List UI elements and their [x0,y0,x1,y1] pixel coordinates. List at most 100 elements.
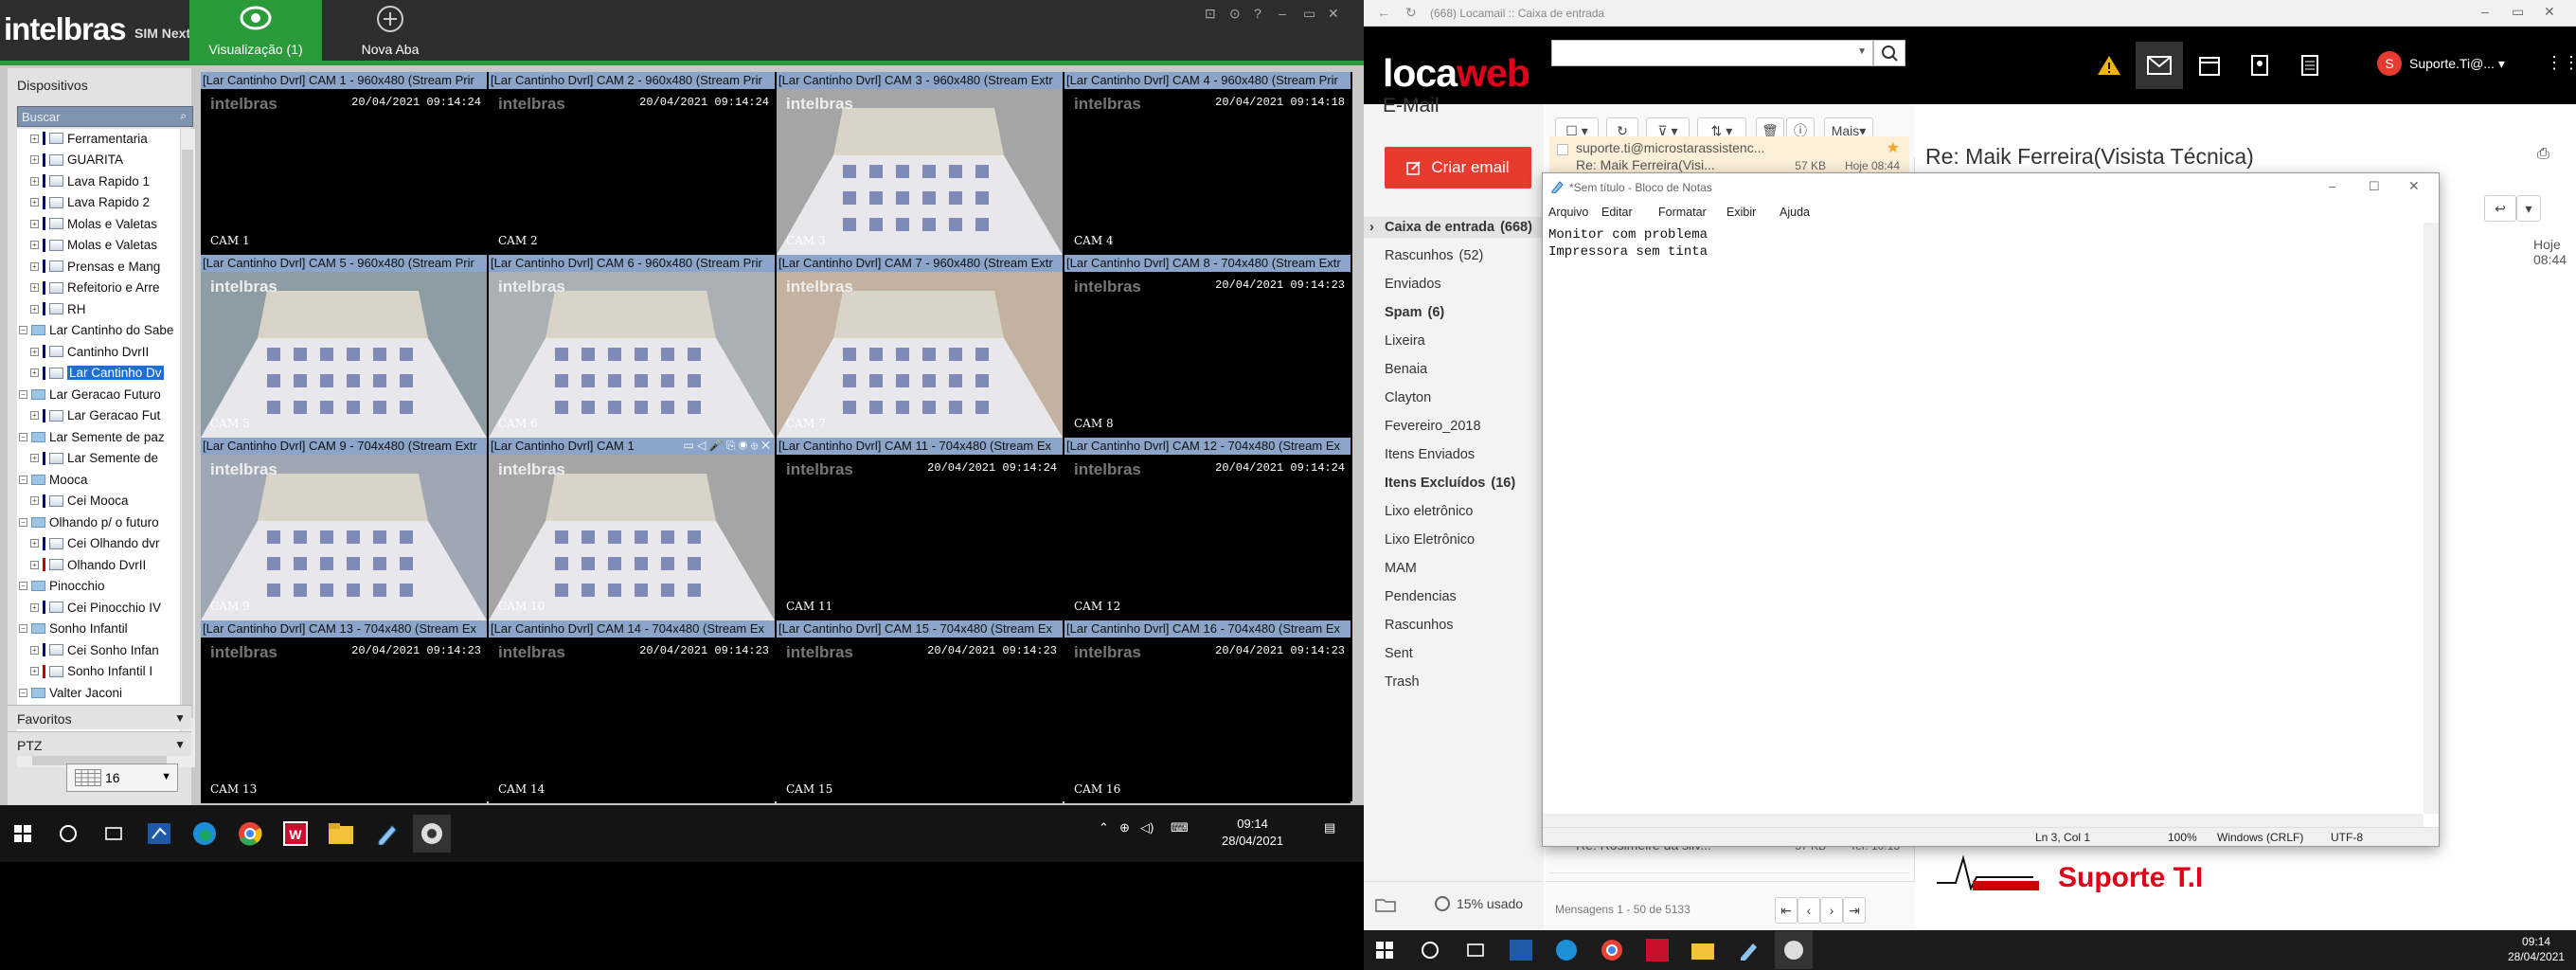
expand-toggle-icon[interactable]: − [19,432,27,441]
tree-group[interactable]: − Lar Cantinho do Sabe [19,321,173,340]
chrome-icon[interactable] [1593,931,1631,969]
folder-item[interactable]: MAM [1385,561,1417,576]
tree-device[interactable]: + Cei Mooca [30,492,129,511]
expand-toggle-icon[interactable]: + [30,283,39,292]
tree-device[interactable]: + Molas e Valetas [30,214,157,233]
notepad-vertical-scrollbar[interactable] [2424,223,2439,814]
tree-device[interactable]: + Molas e Valetas [30,236,157,255]
file-explorer-icon[interactable] [1684,931,1722,969]
tree-device[interactable]: + GUARITA [30,151,123,170]
tree-group[interactable]: − Olhando p/ o futuro [19,512,159,531]
tree-group[interactable]: − Valter Jaconi [19,683,122,702]
help-icon[interactable]: ? [1254,6,1261,21]
print-icon[interactable]: ⎙ [2537,146,2549,163]
reply-menu-icon[interactable]: ▾ [2516,195,2541,222]
tree-device[interactable]: + Ferramentaria [30,129,148,148]
task-view-icon[interactable] [1457,931,1494,969]
expand-toggle-icon[interactable]: − [19,688,27,697]
contacts-icon[interactable] [2236,42,2283,89]
camera-tile[interactable]: [Lar Cantinho Dvrl] CAM 9 - 704x480 (Str… [201,438,487,620]
tree-scroll-thumb[interactable] [182,150,193,718]
tree-device[interactable]: + Olhando DvrII [30,555,146,574]
message-checkbox[interactable] [1557,144,1568,155]
grid-apps-icon[interactable]: ⋮⋮ [2546,53,2576,73]
tree-group[interactable]: − Mooca [19,470,88,489]
folder-item[interactable]: Lixo Eletrônico [1385,532,1475,548]
expand-toggle-icon[interactable]: − [19,624,27,633]
camera-tile[interactable]: [Lar Cantinho Dvrl] CAM 13 - 704x480 (St… [201,620,487,803]
folder-item[interactable]: Rascunhos (52) [1385,248,1483,263]
mail-search-input[interactable]: ▼ [1551,40,1873,66]
tree-group[interactable]: − Pinocchio [19,577,105,596]
close-icon[interactable]: ✕ [2408,178,2420,194]
expand-toggle-icon[interactable]: − [19,582,27,590]
camera-tile[interactable]: [Lar Cantinho Dvrl] CAM 5 - 960x480 (Str… [201,255,487,438]
create-email-button[interactable]: Criar email [1385,147,1531,189]
expand-toggle-icon[interactable]: + [30,176,39,186]
close-icon[interactable]: ✕ [1328,6,1339,22]
expand-toggle-icon[interactable]: + [30,261,39,271]
menu-item[interactable]: Editar [1601,206,1633,219]
expand-toggle-icon[interactable]: + [30,347,39,356]
next-page-icon[interactable]: › [1820,897,1843,924]
tree-device[interactable]: + Lar Semente de [30,449,158,468]
tree-device[interactable]: + Sonho Infantil I [30,662,152,681]
tree-device[interactable]: + Cantinho DvrII [30,342,149,361]
expand-toggle-icon[interactable]: + [30,219,39,228]
calendar-icon[interactable] [2186,42,2233,89]
camera-tile[interactable]: [Lar Cantinho Dvrl] CAM 12 - 704x480 (St… [1064,438,1351,620]
mail-icon[interactable] [2136,42,2183,89]
mail-search-button[interactable] [1873,40,1905,66]
file-explorer-icon[interactable] [322,815,360,853]
folder-item[interactable]: Enviados [1385,277,1441,292]
back-icon[interactable]: ← [1377,5,1390,20]
tab-nova-aba[interactable]: Nova Aba [324,0,456,61]
folder-item[interactable]: Sent [1385,646,1413,661]
camera-tile[interactable]: [Lar Cantinho Dvrl] CAM 1 intelbras CAM 10… [489,438,775,620]
layout-selector[interactable]: 16 ▼ [66,763,178,792]
expand-toggle-icon[interactable]: + [30,241,39,249]
camera-tile[interactable]: [Lar Cantinho Dvrl] CAM 8 - 704x480 (Str… [1064,255,1351,438]
first-page-icon[interactable]: ⇤ [1775,897,1798,924]
task-view-icon[interactable] [95,815,133,853]
menu-item[interactable]: Exibir [1726,206,1756,219]
remote-app-icon[interactable] [140,815,178,853]
edge-icon[interactable] [186,815,224,853]
folder-item[interactable]: Spam (6) [1385,305,1444,320]
sim-next-taskbar-icon[interactable] [1775,931,1813,969]
ptz-accordion[interactable]: PTZ ▼ [8,731,191,756]
notepad-icon[interactable] [1729,931,1767,969]
notes-icon[interactable] [2286,42,2334,89]
folder-item[interactable]: Benaia [1385,362,1427,377]
tree-device[interactable]: + Lava Rapido 1 [30,171,150,190]
maximize-icon[interactable]: ▭ [1303,6,1315,22]
camera-tile[interactable]: [Lar Cantinho Dvrl] CAM 4 - 960x480 (Str… [1064,72,1351,255]
folder-item[interactable]: Trash [1385,674,1420,690]
camera-tile[interactable]: [Lar Cantinho Dvrl] CAM 14 - 704x480 (St… [489,620,775,803]
tree-group[interactable]: − Lar Geracao Futuro [19,385,161,404]
device-search-input[interactable] [18,107,170,126]
last-page-icon[interactable]: ⇥ [1843,897,1866,924]
tray-chevron-icon[interactable]: ⌃ [1099,820,1109,835]
tree-device[interactable]: + Lava Rapido 2 [30,193,150,212]
prev-page-icon[interactable]: ‹ [1798,897,1820,924]
camera-tile[interactable]: [Lar Cantinho Dvrl] CAM 16 - 704x480 (St… [1064,620,1351,803]
expand-toggle-icon[interactable]: + [30,304,39,314]
expand-toggle-icon[interactable]: + [30,539,39,548]
expand-toggle-icon[interactable]: − [19,389,27,399]
maximize-icon[interactable]: ▭ [2512,4,2524,20]
tree-device[interactable]: + Cei Pinocchio IV [30,598,161,617]
expand-toggle-icon[interactable]: + [30,198,39,207]
remote-app-icon[interactable] [1502,931,1540,969]
search-icon[interactable]: ⌕ [180,109,187,123]
windows-start-icon[interactable] [1366,931,1404,969]
expand-toggle-icon[interactable]: + [30,645,39,655]
camera-toolbar-icons[interactable]: ▭ ◁ 🎤 ⎘ ◉ ⊕ ✕ [680,439,773,453]
chrome-icon[interactable] [231,815,269,853]
wps-icon[interactable]: W [277,815,314,853]
camera-tile[interactable]: [Lar Cantinho Dvrl] CAM 15 - 704x480 (St… [777,620,1063,803]
close-icon[interactable]: ✕ [2544,4,2555,20]
tree-device[interactable]: + Lar Cantinho Dv [30,364,164,383]
notification-icon[interactable]: ▤ [1324,820,1335,835]
menu-item[interactable]: Formatar [1658,206,1707,219]
